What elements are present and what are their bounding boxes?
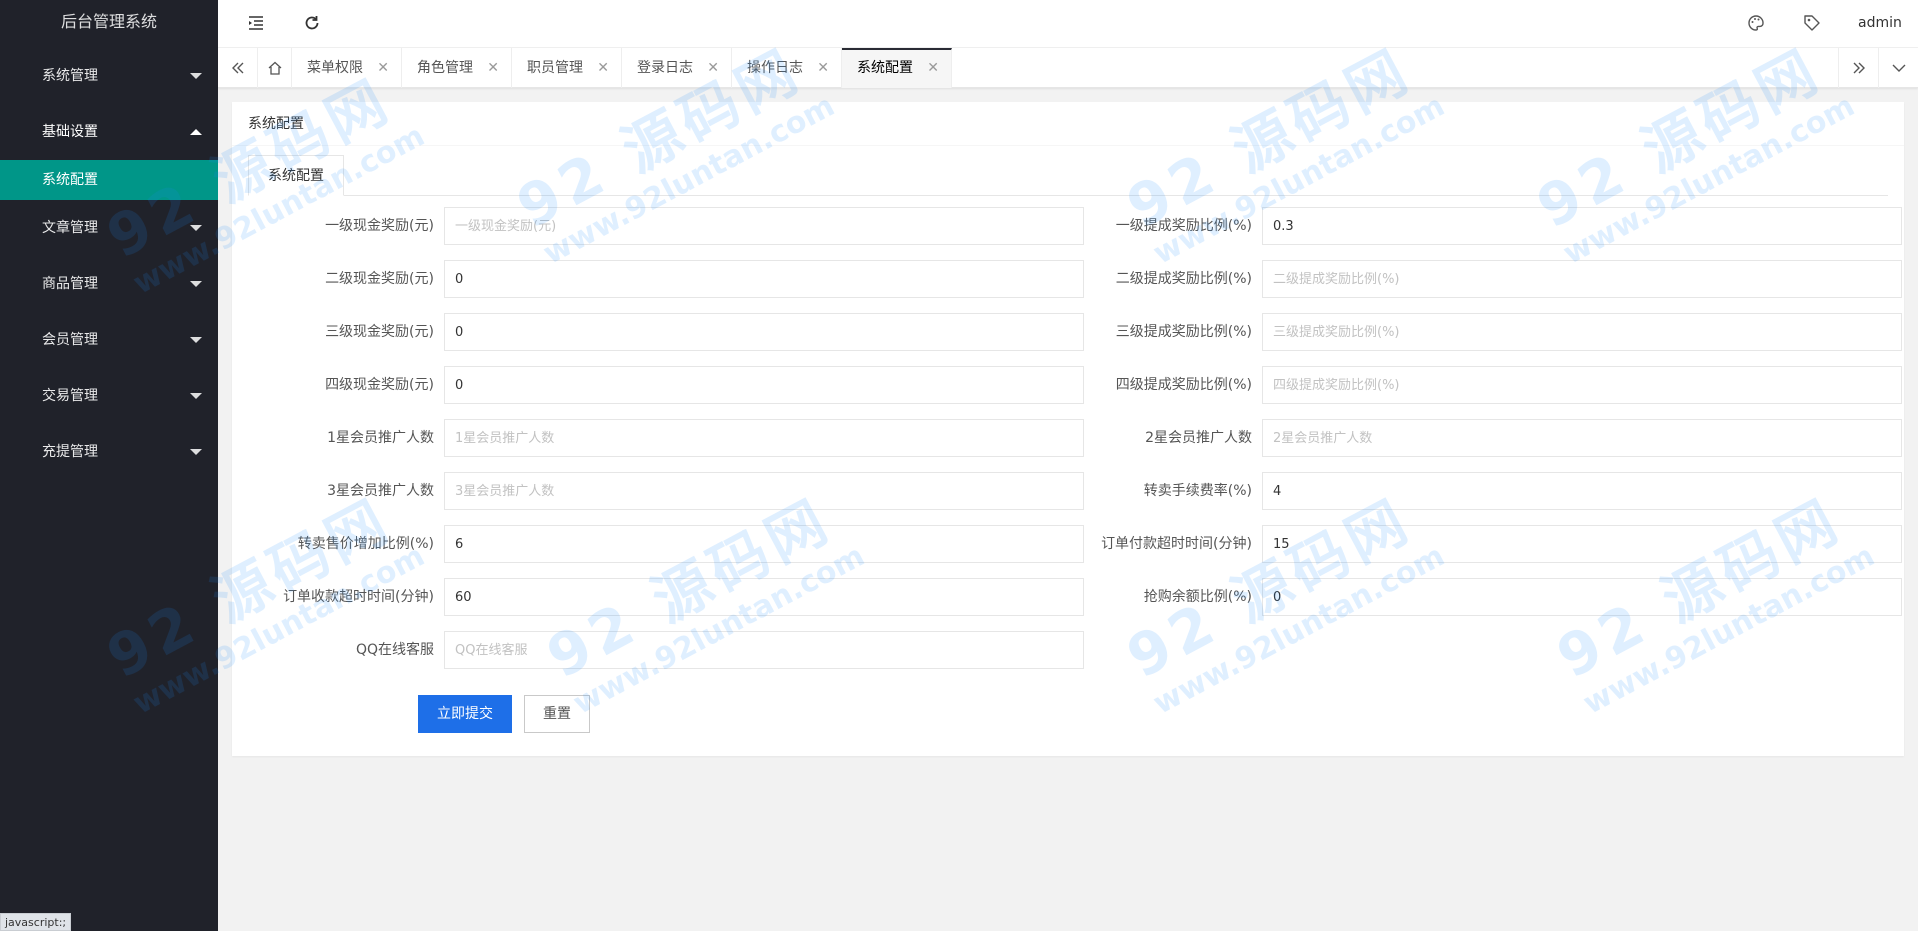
reset-button[interactable]: 重置 bbox=[524, 695, 590, 733]
tabs-scroll-right-icon[interactable] bbox=[1838, 48, 1878, 88]
chevron-down-icon bbox=[190, 281, 202, 287]
tab-operation-log[interactable]: 操作日志 ✕ bbox=[732, 48, 842, 88]
tab-roles[interactable]: 角色管理 ✕ bbox=[402, 48, 512, 88]
sidebar-item-label: 基础设置 bbox=[42, 124, 98, 140]
receipt-timeout-input[interactable] bbox=[444, 578, 1084, 616]
level3-cash-reward-input[interactable] bbox=[444, 313, 1084, 351]
sidebar-item-system[interactable]: 系统管理 bbox=[0, 48, 218, 104]
field-label: 一级提成奖励比例(%) bbox=[1115, 218, 1252, 234]
sidebar-subitem-system-config[interactable]: 系统配置 bbox=[0, 160, 218, 200]
chevron-up-icon bbox=[190, 129, 202, 135]
field-label: QQ在线客服 bbox=[355, 642, 434, 658]
sidebar-item-deposit-withdraw[interactable]: 充提管理 bbox=[0, 424, 218, 480]
sidebar-item-members[interactable]: 会员管理 bbox=[0, 312, 218, 368]
star3-referral-count-input[interactable] bbox=[444, 472, 1084, 510]
tab-label: 操作日志 bbox=[747, 60, 803, 76]
sub-tab-system-config[interactable]: 系统配置 bbox=[248, 155, 344, 196]
config-card: 系统配置 系统配置 一级现金奖励(元) 一级提成奖励比例(%) 二级现金奖励(元… bbox=[232, 102, 1904, 756]
close-icon[interactable]: ✕ bbox=[927, 50, 939, 86]
field-label: 抢购余额比例(%) bbox=[1143, 589, 1252, 605]
field-label: 转卖售价增加比例(%) bbox=[297, 536, 434, 552]
home-icon[interactable] bbox=[258, 48, 292, 88]
sidebar-item-label: 交易管理 bbox=[42, 388, 98, 404]
status-bar-tip: javascript:; bbox=[0, 913, 72, 931]
close-icon[interactable]: ✕ bbox=[377, 48, 389, 88]
tab-system-config[interactable]: 系统配置 ✕ bbox=[842, 48, 952, 88]
sidebar-item-label: 商品管理 bbox=[42, 276, 98, 292]
tab-label: 菜单权限 bbox=[307, 60, 363, 76]
chevron-down-icon bbox=[190, 449, 202, 455]
tabs-scroll-left-icon[interactable] bbox=[218, 48, 258, 88]
sidebar-item-label: 文章管理 bbox=[42, 220, 98, 236]
sidebar-item-basic-settings[interactable]: 基础设置 bbox=[0, 104, 218, 160]
chevron-down-icon bbox=[190, 393, 202, 399]
card-sub-tabs: 系统配置 bbox=[248, 155, 1888, 196]
resale-fee-rate-input[interactable] bbox=[1262, 472, 1902, 510]
sidebar-item-trades[interactable]: 交易管理 bbox=[0, 368, 218, 424]
page-tabs-bar: 菜单权限 ✕ 角色管理 ✕ 职员管理 ✕ 登录日志 ✕ 操作日志 ✕ 系统配置 … bbox=[218, 48, 1918, 88]
resale-price-increase-input[interactable] bbox=[444, 525, 1084, 563]
sidebar-item-label: 会员管理 bbox=[42, 332, 98, 348]
sidebar-item-label: 系统管理 bbox=[42, 68, 98, 84]
field-label: 3星会员推广人数 bbox=[327, 483, 434, 499]
sidebar: 后台管理系统 系统管理 基础设置 系统配置 文章管理 商品管理 会员管理 交易管… bbox=[0, 0, 218, 931]
refresh-icon[interactable] bbox=[302, 13, 324, 35]
tab-login-log[interactable]: 登录日志 ✕ bbox=[622, 48, 732, 88]
card-title: 系统配置 bbox=[232, 102, 1904, 146]
tab-label: 职员管理 bbox=[527, 60, 583, 76]
user-name: admin bbox=[1858, 15, 1902, 31]
tag-icon[interactable] bbox=[1802, 13, 1824, 35]
indent-icon[interactable] bbox=[246, 13, 268, 35]
page-tabs: 菜单权限 ✕ 角色管理 ✕ 职员管理 ✕ 登录日志 ✕ 操作日志 ✕ 系统配置 … bbox=[292, 48, 952, 88]
field-label: 四级现金奖励(元) bbox=[325, 377, 434, 393]
chevron-down-icon bbox=[190, 337, 202, 343]
field-label: 三级提成奖励比例(%) bbox=[1115, 324, 1252, 340]
app-title: 后台管理系统 bbox=[60, 12, 157, 31]
field-label: 订单付款超时时间(分钟) bbox=[1101, 536, 1252, 552]
user-menu[interactable]: admin bbox=[1858, 0, 1918, 72]
sidebar-item-articles[interactable]: 文章管理 bbox=[0, 200, 218, 256]
submit-button[interactable]: 立即提交 bbox=[418, 695, 512, 733]
level1-cash-reward-input[interactable] bbox=[444, 207, 1084, 245]
close-icon[interactable]: ✕ bbox=[817, 48, 829, 88]
level4-cash-reward-input[interactable] bbox=[444, 366, 1084, 404]
close-icon[interactable]: ✕ bbox=[487, 48, 499, 88]
palette-icon[interactable] bbox=[1746, 13, 1768, 35]
field-label: 转卖手续费率(%) bbox=[1143, 483, 1252, 499]
tab-label: 系统配置 bbox=[857, 60, 913, 76]
purchase-balance-ratio-input[interactable] bbox=[1262, 578, 1902, 616]
field-label: 三级现金奖励(元) bbox=[325, 324, 434, 340]
field-label: 二级提成奖励比例(%) bbox=[1115, 271, 1252, 287]
close-icon[interactable]: ✕ bbox=[707, 48, 719, 88]
field-label: 2星会员推广人数 bbox=[1145, 430, 1252, 446]
field-label: 一级现金奖励(元) bbox=[325, 218, 434, 234]
tabs-menu-chevron-down-icon[interactable] bbox=[1878, 48, 1918, 88]
top-header: admin bbox=[218, 0, 1918, 72]
sidebar-item-label: 充提管理 bbox=[42, 444, 98, 460]
tab-label: 登录日志 bbox=[637, 60, 693, 76]
tab-menu-permissions[interactable]: 菜单权限 ✕ bbox=[292, 48, 402, 88]
tab-staff[interactable]: 职员管理 ✕ bbox=[512, 48, 622, 88]
close-icon[interactable]: ✕ bbox=[597, 48, 609, 88]
chevron-down-icon bbox=[190, 73, 202, 79]
level1-commission-rate-input[interactable] bbox=[1262, 207, 1902, 245]
chevron-down-icon bbox=[190, 225, 202, 231]
field-label: 订单收款超时时间(分钟) bbox=[283, 589, 434, 605]
star1-referral-count-input[interactable] bbox=[444, 419, 1084, 457]
star2-referral-count-input[interactable] bbox=[1262, 419, 1902, 457]
payment-timeout-input[interactable] bbox=[1262, 525, 1902, 563]
field-label: 1星会员推广人数 bbox=[327, 430, 434, 446]
tab-label: 角色管理 bbox=[417, 60, 473, 76]
level4-commission-rate-input[interactable] bbox=[1262, 366, 1902, 404]
sidebar-item-goods[interactable]: 商品管理 bbox=[0, 256, 218, 312]
level2-cash-reward-input[interactable] bbox=[444, 260, 1084, 298]
sidebar-subitem-label: 系统配置 bbox=[42, 172, 98, 188]
field-label: 二级现金奖励(元) bbox=[325, 271, 434, 287]
qq-online-service-input[interactable] bbox=[444, 631, 1084, 669]
level3-commission-rate-input[interactable] bbox=[1262, 313, 1902, 351]
level2-commission-rate-input[interactable] bbox=[1262, 260, 1902, 298]
field-label: 四级提成奖励比例(%) bbox=[1115, 377, 1252, 393]
